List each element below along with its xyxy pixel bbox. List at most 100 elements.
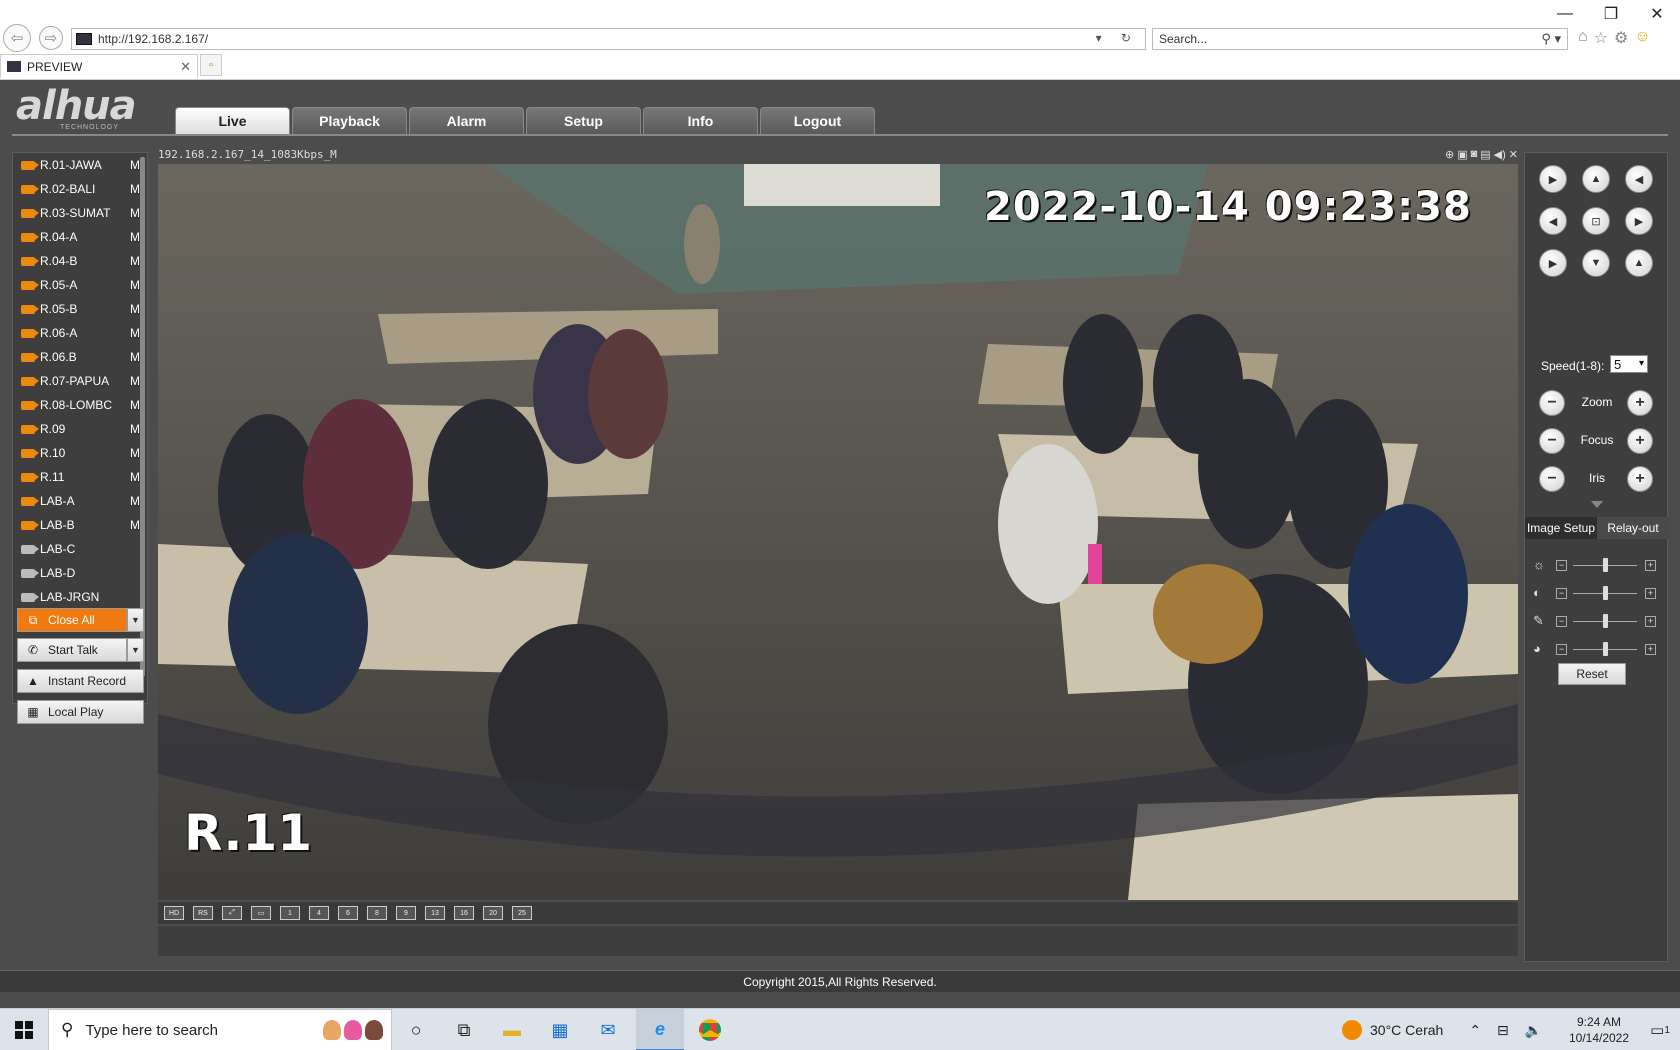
speed-select[interactable]: 5 ▾ — [1610, 355, 1648, 373]
ptz-down-right-icon[interactable]: ▲ — [1625, 249, 1653, 277]
slider-minus-button[interactable]: − — [1556, 560, 1567, 571]
device-item[interactable]: R.08-LOMBC M — [13, 393, 147, 417]
slider-thumb[interactable] — [1603, 586, 1608, 600]
close-all-button[interactable]: ⧉ Close All — [17, 608, 127, 632]
weather-sun-icon[interactable] — [1342, 1020, 1363, 1040]
layout-button[interactable]: ⤢ — [222, 906, 242, 920]
iris-minus-button[interactable]: − — [1539, 466, 1565, 492]
tab-setup[interactable]: Setup — [526, 107, 641, 134]
device-stream-type[interactable]: M — [130, 302, 140, 316]
layout-button[interactable]: 6 — [338, 906, 358, 920]
device-stream-type[interactable]: M — [130, 350, 140, 364]
ptz-down-left-icon[interactable]: ▶ — [1539, 249, 1567, 277]
restore-button[interactable]: ❐ — [1588, 0, 1634, 28]
device-item[interactable]: R.03-SUMAT M — [13, 201, 147, 225]
device-stream-type[interactable]: M — [130, 230, 140, 244]
device-item[interactable]: R.09 M — [13, 417, 147, 441]
device-item[interactable]: R.06.B M — [13, 345, 147, 369]
address-text[interactable]: http://192.168.2.167/ — [98, 32, 208, 46]
start-talk-dropdown[interactable]: ▼ — [127, 638, 144, 662]
home-icon[interactable]: ⌂ — [1578, 28, 1588, 48]
reset-button[interactable]: Reset — [1558, 663, 1626, 685]
ptz-up-icon[interactable]: ▲ — [1582, 165, 1610, 193]
favorites-star-icon[interactable]: ☆ — [1594, 28, 1608, 48]
layout-button[interactable]: RS — [193, 906, 213, 920]
file-explorer-icon[interactable]: ▬ — [488, 1009, 536, 1050]
layout-button[interactable]: 16 — [454, 906, 474, 920]
device-item[interactable]: R.10 M — [13, 441, 147, 465]
device-stream-type[interactable]: M — [130, 518, 140, 532]
search-icon[interactable]: ⚲ ▾ — [1541, 31, 1561, 47]
tab-image-setup[interactable]: Image Setup — [1525, 517, 1597, 539]
tab-playback[interactable]: Playback — [292, 107, 407, 134]
clock[interactable]: 9:24 AM 10/14/2022 — [1558, 1014, 1640, 1046]
browser-search-input[interactable]: Search... ⚲ ▾ — [1152, 28, 1568, 50]
device-stream-type[interactable]: M — [130, 158, 140, 172]
taskbar-search-placeholder[interactable]: Type here to search — [85, 1022, 218, 1039]
slider-minus-button[interactable]: − — [1556, 616, 1567, 627]
slider-thumb[interactable] — [1603, 558, 1608, 572]
back-icon[interactable]: ⇦ — [3, 24, 31, 52]
device-stream-type[interactable]: M — [130, 470, 140, 484]
slider-plus-button[interactable]: + — [1645, 588, 1656, 599]
ptz-left-icon[interactable]: ◀ — [1539, 207, 1567, 235]
slider-plus-button[interactable]: + — [1645, 560, 1656, 571]
focus-plus-button[interactable]: + — [1627, 428, 1653, 454]
live-video-view[interactable]: 2022-10-14 09:23:38 R.11 — [158, 164, 1518, 900]
layout-button[interactable]: HD — [164, 906, 184, 920]
tab-logout[interactable]: Logout — [760, 107, 875, 134]
minimize-button[interactable]: — — [1542, 0, 1588, 28]
device-item[interactable]: R.07-PAPUA M — [13, 369, 147, 393]
device-stream-type[interactable]: M — [130, 446, 140, 460]
layout-button[interactable]: 13 — [425, 906, 445, 920]
mail-icon[interactable]: ✉ — [584, 1009, 632, 1050]
device-item[interactable]: R.01-JAWA M — [13, 153, 147, 177]
slider-minus-button[interactable]: − — [1556, 644, 1567, 655]
layout-button[interactable]: 1 — [280, 906, 300, 920]
layout-button[interactable]: ▭ — [251, 906, 271, 920]
device-item[interactable]: R.06-A M — [13, 321, 147, 345]
device-stream-type[interactable]: M — [130, 374, 140, 388]
device-stream-type[interactable]: M — [130, 494, 140, 508]
device-item[interactable]: LAB-JRGN — [13, 585, 147, 609]
task-view-icon[interactable]: ⧉ — [440, 1009, 488, 1050]
snapshot-icon[interactable]: ▣ — [1457, 148, 1467, 161]
ptz-down-icon[interactable]: ▼ — [1582, 249, 1610, 277]
local-play-button[interactable]: ▦ Local Play — [17, 700, 144, 724]
smiley-feedback-icon[interactable]: ☺ — [1634, 28, 1650, 48]
chrome-icon[interactable] — [686, 1009, 734, 1050]
browser-tab-preview[interactable]: PREVIEW ✕ — [0, 54, 198, 78]
store-icon[interactable]: ▦ — [536, 1009, 584, 1050]
device-item[interactable]: LAB-D — [13, 561, 147, 585]
slider-thumb[interactable] — [1603, 642, 1608, 656]
close-video-icon[interactable]: ✕ — [1509, 148, 1518, 161]
close-window-button[interactable]: ✕ — [1634, 0, 1680, 28]
notification-icon[interactable]: ▭ 1 — [1640, 1021, 1680, 1039]
start-talk-button[interactable]: ✆ Start Talk — [17, 638, 127, 662]
layout-button[interactable]: 25 — [512, 906, 532, 920]
device-item[interactable]: R.05-A M — [13, 273, 147, 297]
refresh-icon[interactable]: ▾ ↻ — [1096, 31, 1139, 45]
device-item[interactable]: LAB-B M — [13, 513, 147, 537]
device-stream-type[interactable]: M — [130, 278, 140, 292]
audio-icon[interactable]: ◀) — [1494, 148, 1506, 161]
device-item[interactable]: R.11 M — [13, 465, 147, 489]
device-item[interactable]: LAB-A M — [13, 489, 147, 513]
ptz-center-zoom-icon[interactable]: ⊡ — [1582, 207, 1610, 235]
device-list-scrollbar[interactable] — [140, 157, 145, 677]
weather-text[interactable]: 30°C Cerah — [1370, 1022, 1443, 1038]
browser-search-placeholder[interactable]: Search... — [1159, 32, 1207, 46]
forward-icon[interactable]: ⇨ — [39, 26, 63, 50]
zoom-out-button[interactable]: − — [1539, 390, 1565, 416]
tab-relay-out[interactable]: Relay-out — [1597, 517, 1669, 539]
layout-button[interactable]: 20 — [483, 906, 503, 920]
device-item[interactable]: R.05-B M — [13, 297, 147, 321]
internet-explorer-icon[interactable]: e — [636, 1009, 684, 1050]
camera-icon[interactable]: ◙ — [1471, 148, 1478, 161]
address-bar[interactable]: http://192.168.2.167/ ▾ ↻ — [71, 28, 1146, 50]
device-stream-type[interactable]: M — [130, 206, 140, 220]
focus-minus-button[interactable]: − — [1539, 428, 1565, 454]
slider-thumb[interactable] — [1603, 614, 1608, 628]
tab-alarm[interactable]: Alarm — [409, 107, 524, 134]
device-stream-type[interactable]: M — [130, 422, 140, 436]
